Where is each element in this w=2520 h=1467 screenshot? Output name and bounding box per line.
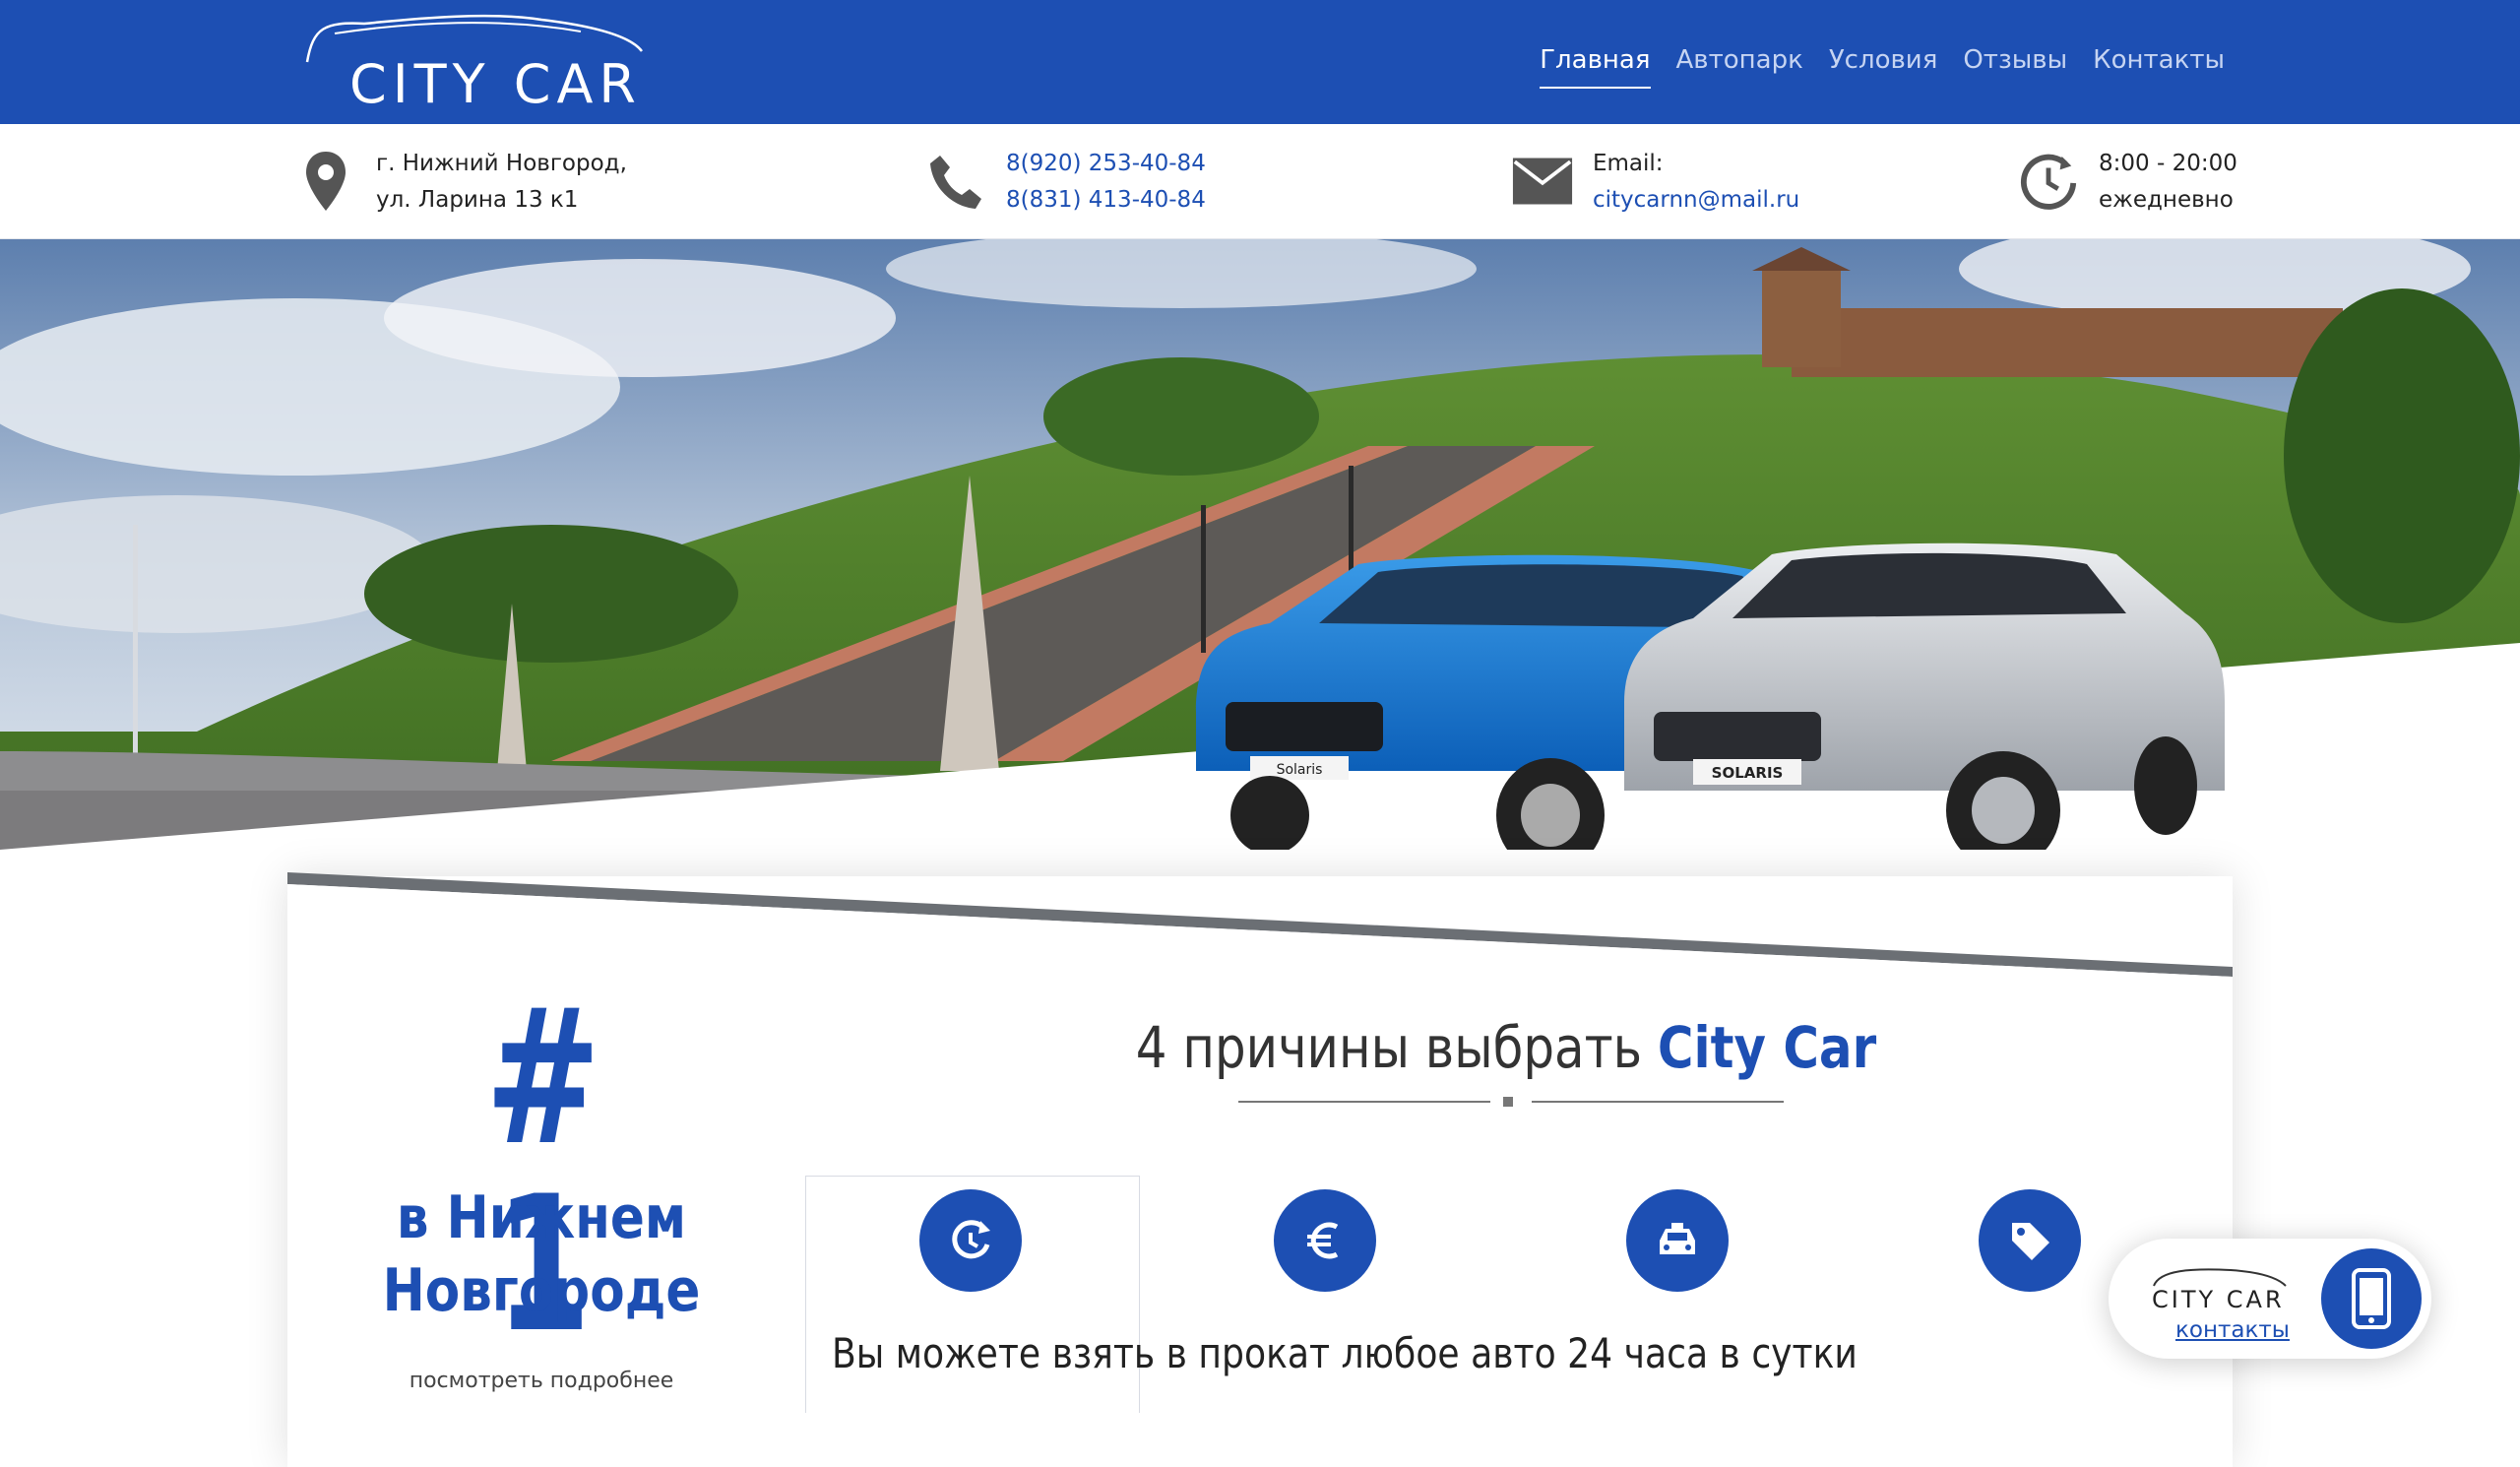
email-link[interactable]: citycarnn@mail.ru bbox=[1593, 182, 1799, 219]
card-top-stripe bbox=[287, 872, 2233, 981]
rank-city-line-1: в Нижнем bbox=[396, 1183, 687, 1252]
feature-24h-button[interactable] bbox=[919, 1189, 1022, 1292]
address-line-1: г. Нижний Новгород, bbox=[376, 151, 627, 176]
clock-refresh-icon bbox=[952, 1220, 990, 1259]
hero-illustration: Solaris SOLARIS bbox=[0, 239, 2520, 850]
nav-fleet[interactable]: Автопарк bbox=[1676, 45, 1803, 89]
title-divider-dot bbox=[1503, 1097, 1513, 1107]
email-label: Email: bbox=[1593, 151, 1664, 176]
feature-description: Вы можете взять в прокат любое авто 24 ч… bbox=[832, 1329, 1858, 1377]
email-block: Email: citycarnn@mail.ru bbox=[1512, 146, 1799, 219]
hero-banner: Solaris SOLARIS bbox=[0, 239, 2520, 850]
nav-reviews[interactable]: Отзывы bbox=[1963, 45, 2067, 89]
rank-city: в Нижнем Новгороде bbox=[372, 1181, 711, 1327]
widget-logo-swoosh-icon bbox=[2153, 1268, 2287, 1287]
reasons-title-brand: City Car bbox=[1657, 1014, 1877, 1081]
hours-block: 8:00 - 20:00 ежедневно bbox=[2018, 146, 2237, 219]
main-nav: Главная Автопарк Условия Отзывы Контакты bbox=[1540, 45, 2225, 89]
phone-block: 8(920) 253-40-84 8(831) 413-40-84 bbox=[925, 146, 1206, 219]
phone-link-2[interactable]: 8(831) 413-40-84 bbox=[1006, 182, 1206, 219]
floating-contact-widget[interactable]: CITY CAR контакты bbox=[2109, 1239, 2431, 1359]
title-divider-left bbox=[1238, 1101, 1490, 1103]
rank-city-line-2: Новгороде bbox=[382, 1256, 701, 1325]
site-logo[interactable]: CITY CAR bbox=[295, 8, 660, 116]
title-divider-right bbox=[1532, 1101, 1784, 1103]
smartphone-icon bbox=[2352, 1268, 2391, 1329]
nav-home[interactable]: Главная bbox=[1540, 45, 1651, 89]
silver-car-plate: SOLARIS bbox=[1712, 764, 1784, 782]
see-more-link[interactable]: посмотреть подробнее bbox=[345, 1369, 738, 1393]
blue-car-plate: Solaris bbox=[1277, 762, 1323, 778]
top-navbar: CITY CAR Главная Автопарк Условия Отзывы… bbox=[0, 0, 2520, 124]
nav-terms[interactable]: Условия bbox=[1829, 45, 1938, 89]
reasons-title: 4 причины выбрать City Car bbox=[1108, 1014, 1904, 1081]
feature-discount-button[interactable] bbox=[1979, 1189, 2081, 1292]
phone-link-1[interactable]: 8(920) 253-40-84 bbox=[1006, 146, 1206, 182]
clock-icon bbox=[2018, 146, 2079, 217]
phone-icon bbox=[925, 146, 986, 217]
address-block: г. Нижний Новгород, ул. Ларина 13 к1 bbox=[295, 146, 627, 219]
location-pin-icon bbox=[295, 146, 356, 217]
taxi-car-icon bbox=[1660, 1223, 1695, 1254]
reasons-title-prefix: 4 причины выбрать bbox=[1135, 1014, 1643, 1081]
logo-text: CITY CAR bbox=[349, 53, 642, 115]
widget-contacts-link[interactable]: контакты bbox=[2175, 1317, 2290, 1343]
address-line-2: ул. Ларина 13 к1 bbox=[376, 187, 579, 213]
nav-contacts[interactable]: Контакты bbox=[2093, 45, 2225, 89]
hours-days: ежедневно bbox=[2099, 187, 2234, 213]
widget-phone-button[interactable] bbox=[2321, 1248, 2422, 1349]
hours-time: 8:00 - 20:00 bbox=[2099, 151, 2237, 176]
euro-icon bbox=[1307, 1222, 1339, 1259]
feature-price-button[interactable] bbox=[1274, 1189, 1376, 1292]
envelope-icon bbox=[1512, 146, 1573, 217]
contact-strip: г. Нижний Новгород, ул. Ларина 13 к1 8(9… bbox=[0, 124, 2520, 239]
price-tag-icon bbox=[2012, 1223, 2049, 1260]
widget-logo-text: CITY CAR bbox=[2152, 1286, 2285, 1313]
feature-taxi-button[interactable] bbox=[1626, 1189, 1729, 1292]
